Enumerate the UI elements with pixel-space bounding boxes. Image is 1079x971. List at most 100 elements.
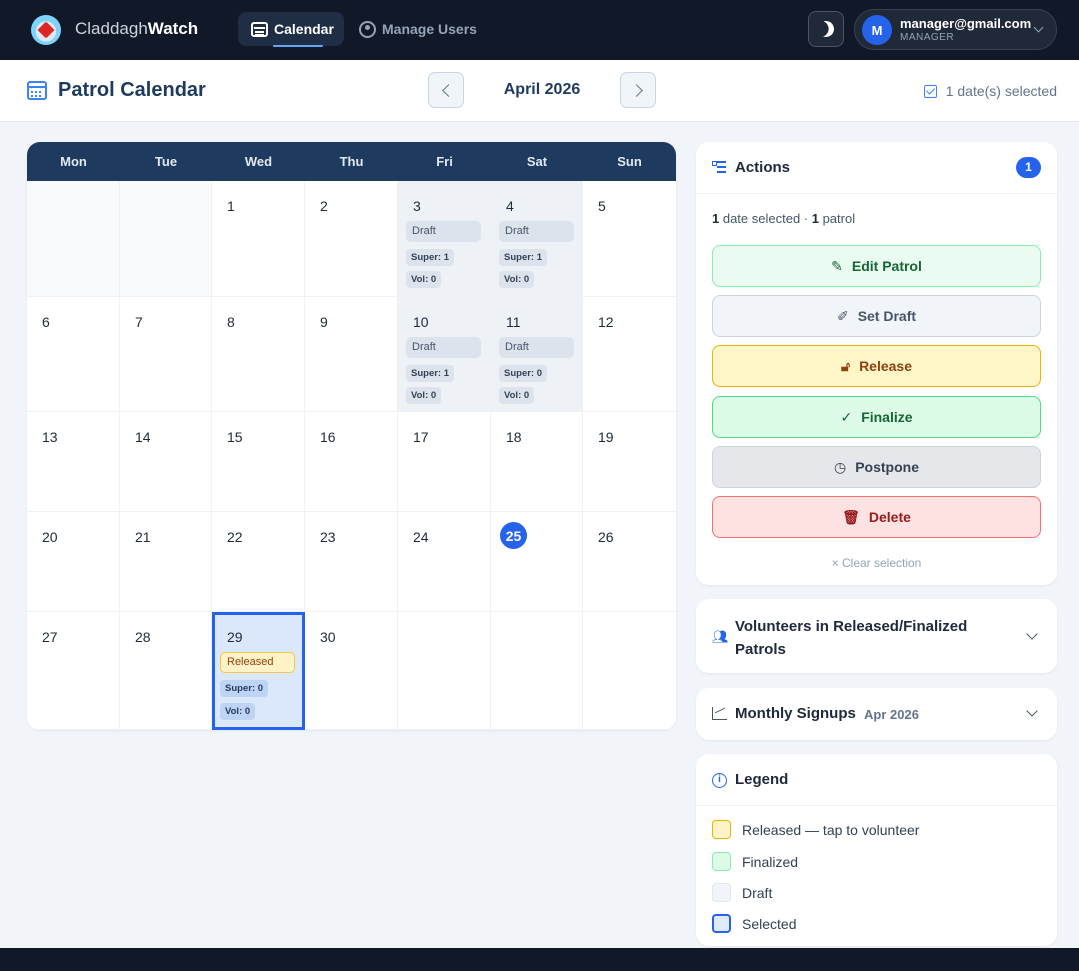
chevron-right-icon (629, 83, 643, 97)
calendar-day-10[interactable]: 10 Draft Super: 1 Vol: 0 (398, 297, 491, 412)
volunteer-count: Vol: 0 (406, 271, 442, 288)
weekday-mon: Mon (60, 154, 87, 169)
volunteers-panel[interactable]: 👥︎ Volunteers in Released/Finalized Patr… (696, 599, 1057, 673)
calendar-day-30[interactable]: 30 (305, 612, 398, 730)
delete-label: Delete (868, 509, 911, 525)
delete-button[interactable]: 🗑︎ Delete (712, 496, 1041, 538)
supervisor-count: Super: 0 (220, 680, 269, 697)
calendar-day-8[interactable]: 8 (212, 297, 305, 412)
current-month-label: April 2026 (503, 81, 581, 98)
day-number: 16 (320, 429, 336, 445)
calendar-day-16[interactable]: 16 (305, 412, 398, 512)
calendar-day-3[interactable]: 3 Draft Super: 1 Vol: 0 (398, 181, 491, 297)
calendar-empty-cell (583, 612, 676, 730)
page-title: Patrol Calendar (58, 79, 206, 101)
edit-patrol-label: Edit Patrol (851, 258, 922, 274)
app-logo-icon[interactable] (31, 15, 61, 45)
postpone-label: Postpone (855, 459, 919, 475)
nav-calendar-label: Calendar (274, 21, 334, 37)
user-menu-button[interactable]: M manager@gmail.com MANAGER (854, 9, 1057, 50)
check-circle-icon: ✓ (840, 408, 853, 425)
calendar-day-6[interactable]: 6 (27, 297, 120, 412)
nav-tab-calendar[interactable]: Calendar (238, 12, 344, 47)
calendar-day-15[interactable]: 15 (212, 412, 305, 512)
release-button[interactable]: 🔓︎ Release (712, 345, 1041, 387)
previous-month-button[interactable] (428, 72, 464, 108)
next-month-button[interactable] (620, 72, 656, 108)
calendar-day-2[interactable]: 2 (305, 181, 398, 297)
day-number: 28 (135, 629, 151, 645)
nav-users-label: Manage Users (382, 21, 477, 37)
summary-dates-text: date selected · (719, 211, 812, 226)
supervisor-count: Super: 1 (406, 249, 455, 266)
day-number: 1 (227, 198, 235, 214)
edit-patrol-button[interactable]: ✎ Edit Patrol (712, 245, 1041, 287)
calendar-day-22[interactable]: 22 (212, 512, 305, 612)
calendar-day-13[interactable]: 13 (27, 412, 120, 512)
legend-header: i Legend (696, 754, 1057, 806)
day-number: 9 (320, 314, 328, 330)
calendar-day-4[interactable]: 4 Draft Super: 1 Vol: 0 (491, 181, 583, 297)
calendar-day-12[interactable]: 12 (583, 297, 676, 412)
finalize-button[interactable]: ✓ Finalize (712, 396, 1041, 438)
calendar-day-7[interactable]: 7 (120, 297, 212, 412)
supervisor-count: Super: 1 (499, 249, 548, 266)
calendar-icon (27, 81, 47, 100)
clear-selection-link[interactable]: × Clear selection (696, 556, 1057, 570)
day-number: 7 (135, 314, 143, 330)
day-number: 3 (413, 198, 421, 214)
legend-swatch-finalized (712, 852, 731, 871)
day-number: 13 (42, 429, 58, 445)
calendar-day-23[interactable]: 23 (305, 512, 398, 612)
calendar-day-19[interactable]: 19 (583, 412, 676, 512)
day-number: 12 (598, 314, 614, 330)
calendar-day-24[interactable]: 24 (398, 512, 491, 612)
day-number: 18 (506, 429, 522, 445)
calendar-day-14[interactable]: 14 (120, 412, 212, 512)
pencil-icon: ✐ (836, 307, 849, 324)
calendar-day-18[interactable]: 18 (491, 412, 583, 512)
trend-chart-icon (712, 707, 727, 720)
volunteers-title: Volunteers in Released/Finalized Patrols (735, 618, 968, 658)
calendar-day-29[interactable]: 29 Released Super: 0 Vol: 0 (212, 612, 305, 730)
legend-item-draft: Draft (712, 883, 772, 902)
chevron-down-icon (1026, 628, 1038, 640)
finalize-label: Finalize (861, 409, 913, 425)
legend-item-selected: Selected (712, 914, 796, 933)
app-brand[interactable]: CladdaghWatch (75, 19, 198, 39)
avatar: M (862, 15, 892, 45)
nav-tab-manage-users[interactable]: Manage Users (359, 12, 477, 46)
calendar-day-11[interactable]: 11 Draft Super: 0 Vol: 0 (491, 297, 583, 412)
calendar-empty-cell (120, 181, 212, 297)
calendar-day-21[interactable]: 21 (120, 512, 212, 612)
calendar-day-27[interactable]: 27 (27, 612, 120, 730)
calendar-day-28[interactable]: 28 (120, 612, 212, 730)
weekday-wed: Wed (244, 154, 273, 169)
summary-patrols-text: patrol (818, 211, 856, 226)
legend-item-released: Released — tap to volunteer (712, 820, 919, 839)
calendar-day-5[interactable]: 5 (583, 181, 676, 297)
day-number: 2 (320, 198, 328, 214)
calendar-day-9[interactable]: 9 (305, 297, 398, 412)
calendar-day-25[interactable]: 25 (491, 512, 583, 612)
day-number: 4 (506, 198, 514, 214)
day-number: 29 (227, 629, 243, 645)
theme-toggle-button[interactable] (808, 11, 844, 47)
calendar-empty-cell (27, 181, 120, 297)
day-number: 26 (598, 529, 614, 545)
set-draft-button[interactable]: ✐ Set Draft (712, 295, 1041, 337)
postpone-button[interactable]: ◷ Postpone (712, 446, 1041, 488)
volunteer-count: Vol: 0 (220, 703, 256, 720)
selection-count-text: 1 date(s) selected (945, 83, 1057, 99)
legend-swatch-selected (712, 914, 731, 933)
legend-label: Selected (742, 915, 797, 932)
calendar-day-17[interactable]: 17 (398, 412, 491, 512)
info-icon: i (712, 773, 727, 788)
calendar-day-1[interactable]: 1 (212, 181, 305, 297)
volunteer-count: Vol: 0 (499, 271, 535, 288)
calendar-day-26[interactable]: 26 (583, 512, 676, 612)
monthly-signups-panel[interactable]: Monthly Signups Apr 2026 (696, 688, 1057, 740)
trash-icon: 🗑︎ (842, 508, 860, 525)
calendar-day-20[interactable]: 20 (27, 512, 120, 612)
actions-panel-header: Actions 1 (696, 142, 1057, 194)
